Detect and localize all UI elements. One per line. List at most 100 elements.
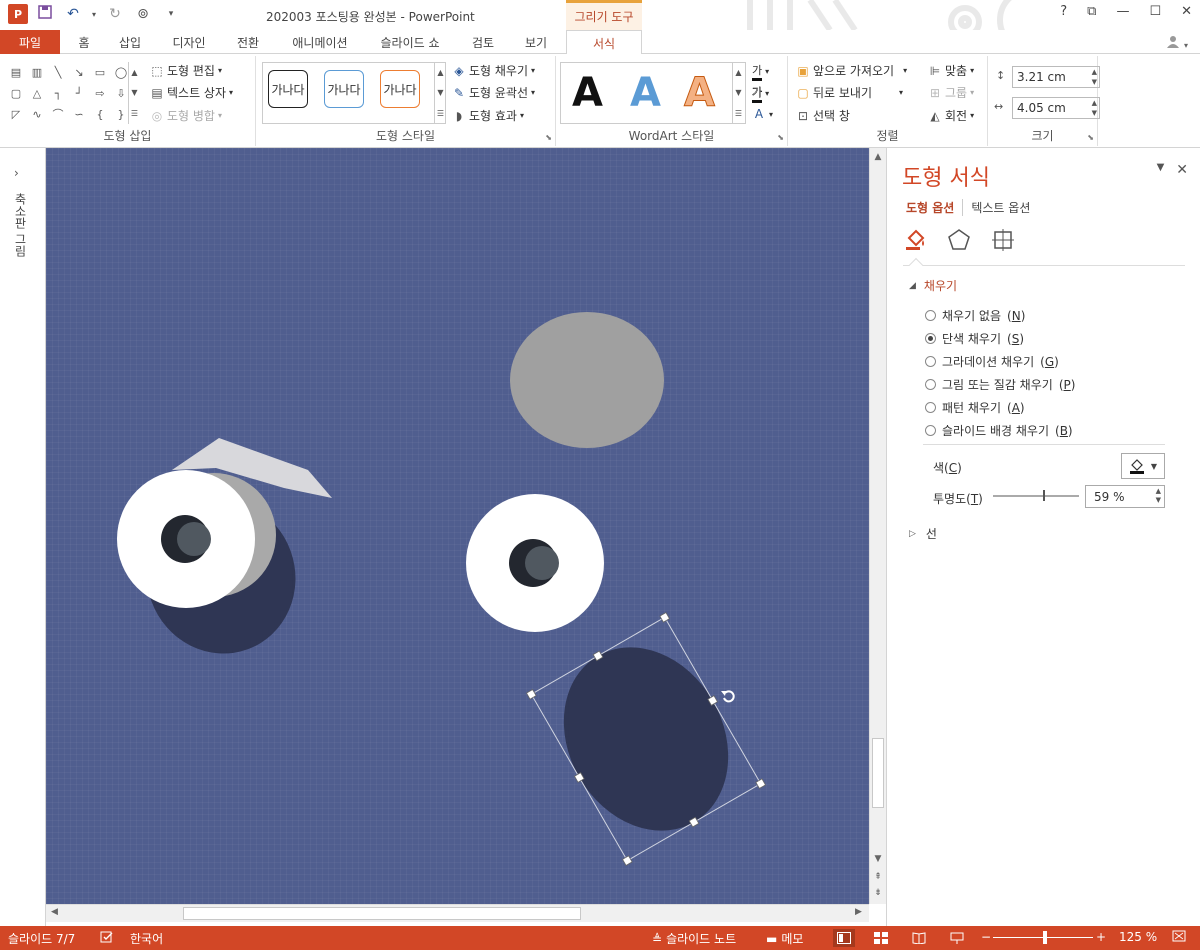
vertical-textbox-shape-icon[interactable]: ▥ xyxy=(27,62,47,82)
text-effects-button[interactable]: A ▾ xyxy=(752,107,773,121)
width-spinner[interactable]: ▲ ▼ xyxy=(1092,98,1097,118)
fill-color-picker[interactable]: ▼ xyxy=(1121,453,1165,479)
slideshow-view-icon[interactable] xyxy=(946,929,968,947)
text-outline-button[interactable]: 가 ▾ xyxy=(752,84,769,103)
undo-icon[interactable]: ↶ xyxy=(62,6,84,22)
transparency-slider-thumb[interactable] xyxy=(1043,490,1045,501)
expand-thumbnails-icon[interactable]: › xyxy=(14,166,19,180)
fill-line-icon[interactable] xyxy=(903,228,927,252)
gray-oval-shape[interactable] xyxy=(510,312,664,448)
wordart-sample-orange[interactable]: A xyxy=(684,70,716,117)
arc-shape-icon[interactable]: ⌒ xyxy=(48,104,68,124)
radio-solid-fill[interactable]: 단색 채우기 (S) xyxy=(925,330,1024,347)
next-slide-icon[interactable]: ⇟ xyxy=(870,888,886,898)
tab-view[interactable]: 보기 xyxy=(518,30,554,54)
horizontal-scroll-thumb[interactable] xyxy=(183,907,581,920)
notes-button[interactable]: ≜ 슬라이드 노트 xyxy=(652,930,736,947)
shape-outline-button[interactable]: ✎ 도형 윤곽선 ▾ xyxy=(452,84,535,101)
triangle-shape-icon[interactable]: △ xyxy=(27,83,47,103)
merge-shapes-button[interactable]: ◎ 도형 병합 ▾ xyxy=(150,107,222,124)
shape-gallery[interactable]: ▤ ▥ ╲ ↘ ▭ ◯ ▢ △ ┐ ┘ ⇨ ⇩ ◸ ∿ ⌒ ∽ { } xyxy=(6,62,138,122)
comments-button[interactable]: ▬ 메모 xyxy=(766,930,803,947)
line-shape-icon[interactable]: ╲ xyxy=(48,62,68,82)
scroll-left-icon[interactable]: ◀ xyxy=(51,907,58,917)
scribble-shape-icon[interactable]: ∿ xyxy=(27,104,47,124)
transparency-spinner[interactable]: ▲ ▼ xyxy=(1156,487,1161,505)
rectangle-shape-icon[interactable]: ▭ xyxy=(90,62,110,82)
shape-fill-button[interactable]: ◈ 도형 채우기 ▾ xyxy=(452,62,535,79)
freeform-shape-icon[interactable]: ◸ xyxy=(6,104,26,124)
shape-styles-launcher-icon[interactable]: ⬊ xyxy=(545,133,552,142)
account-area[interactable]: ▾ xyxy=(1166,34,1188,51)
radio-pattern-fill[interactable]: 패턴 채우기 (A) xyxy=(925,399,1025,416)
radio-slide-bg-fill-control[interactable] xyxy=(925,425,936,436)
wordart-gallery-scroll[interactable]: ▲ ▼ ☰ xyxy=(732,62,744,124)
arrow-line-shape-icon[interactable]: ↘ xyxy=(69,62,89,82)
zoom-in-icon[interactable]: + xyxy=(1096,930,1106,944)
tab-slideshow[interactable]: 슬라이드 쇼 xyxy=(372,30,448,54)
powerpoint-logo-icon[interactable]: P xyxy=(8,4,28,24)
maximize-button[interactable]: ☐ xyxy=(1149,4,1161,19)
pane-options-dropdown-icon[interactable]: ▼ xyxy=(1157,162,1165,178)
radio-no-fill-control[interactable] xyxy=(925,310,936,321)
bring-forward-button[interactable]: ▣ 앞으로 가져오기 ▾ xyxy=(796,62,907,79)
slide-canvas[interactable] xyxy=(46,148,869,904)
tab-animations[interactable]: 애니메이션 xyxy=(284,30,356,54)
shape-style-sample-3[interactable]: 가나다 xyxy=(380,70,420,108)
fill-section-header[interactable]: ◢ 채우기 xyxy=(909,277,957,294)
shape-effects-button[interactable]: ◗ 도형 효과 ▾ xyxy=(452,107,524,124)
resize-handle-top-left[interactable] xyxy=(525,689,537,700)
zoom-level[interactable]: 125 % xyxy=(1119,930,1157,944)
radio-gradient-fill-control[interactable] xyxy=(925,356,936,367)
vertical-scrollbar[interactable]: ▲ ▼ ⇞ ⇟ xyxy=(869,148,886,904)
thumbnail-pane-label[interactable]: 축소판 그림 xyxy=(12,193,29,257)
close-button[interactable]: ✕ xyxy=(1181,4,1192,19)
undo-dropdown-icon[interactable]: ▾ xyxy=(90,10,98,19)
line-section-header[interactable]: ▷ 선 xyxy=(909,525,937,542)
edit-shape-button[interactable]: ⬚ 도형 편집 ▾ xyxy=(150,62,222,79)
resize-handle-bottom-right[interactable] xyxy=(755,778,767,789)
rotate-handle-icon[interactable] xyxy=(721,690,735,703)
radio-picture-fill[interactable]: 그림 또는 질감 채우기 (P) xyxy=(925,376,1075,393)
reading-view-icon[interactable] xyxy=(908,929,930,947)
wordart-sample-black[interactable]: A xyxy=(572,70,603,116)
text-box-button[interactable]: ▤ 텍스트 상자 ▾ xyxy=(150,84,233,101)
horizontal-scrollbar[interactable]: ◀ ▶ xyxy=(46,904,869,922)
textbox-shape-icon[interactable]: ▤ xyxy=(6,62,26,82)
effects-icon[interactable] xyxy=(947,228,971,252)
slide-sorter-view-icon[interactable] xyxy=(870,929,892,947)
right-pupil-highlight-shape[interactable] xyxy=(525,546,559,580)
ribbon-display-options-button[interactable]: ⧉ xyxy=(1087,4,1096,19)
left-pupil-highlight-shape[interactable] xyxy=(177,522,211,556)
radio-pattern-fill-control[interactable] xyxy=(925,402,936,413)
scroll-up-icon[interactable]: ▲ xyxy=(870,152,886,162)
normal-view-icon[interactable] xyxy=(833,929,855,947)
radio-picture-fill-control[interactable] xyxy=(925,379,936,390)
tab-home[interactable]: 홈 xyxy=(72,30,96,54)
resize-handle-top-right[interactable] xyxy=(659,612,671,623)
radio-slide-bg-fill[interactable]: 슬라이드 배경 채우기 (B) xyxy=(925,422,1073,439)
slideshow-start-icon[interactable]: ⊚ xyxy=(132,6,154,22)
scroll-right-icon[interactable]: ▶ xyxy=(855,907,862,917)
left-brace-shape-icon[interactable]: { xyxy=(90,104,110,124)
elbow-arrow-shape-icon[interactable]: ┘ xyxy=(69,83,89,103)
selection-pane-button[interactable]: ⊡ 선택 창 xyxy=(796,107,850,124)
help-button[interactable]: ? xyxy=(1060,4,1067,19)
previous-slide-icon[interactable]: ⇞ xyxy=(870,872,886,882)
tab-text-options[interactable]: 텍스트 옵션 xyxy=(962,199,1030,216)
zoom-slider-thumb[interactable] xyxy=(1043,931,1047,944)
zoom-out-icon[interactable]: − xyxy=(981,930,991,944)
shadow-oval-shape[interactable] xyxy=(531,617,760,860)
scroll-down-icon[interactable]: ▼ xyxy=(870,854,886,864)
size-properties-icon[interactable] xyxy=(991,228,1015,252)
wordart-launcher-icon[interactable]: ⬊ xyxy=(777,133,784,142)
rounded-rect-shape-icon[interactable]: ▢ xyxy=(6,83,26,103)
shape-height-input[interactable]: 3.21 cm ▲ ▼ xyxy=(1012,66,1100,88)
shape-style-sample-2[interactable]: 가나다 xyxy=(324,70,364,108)
save-icon[interactable] xyxy=(34,5,56,23)
rotate-button[interactable]: ◭ 회전 ▾ xyxy=(928,107,974,124)
align-button[interactable]: ⊫ 맞춤 ▾ xyxy=(928,62,974,79)
tab-file[interactable]: 파일 xyxy=(0,30,60,54)
wordart-sample-blue[interactable]: A xyxy=(630,70,661,116)
group-button[interactable]: ⊞ 그룹 ▾ xyxy=(928,84,974,101)
